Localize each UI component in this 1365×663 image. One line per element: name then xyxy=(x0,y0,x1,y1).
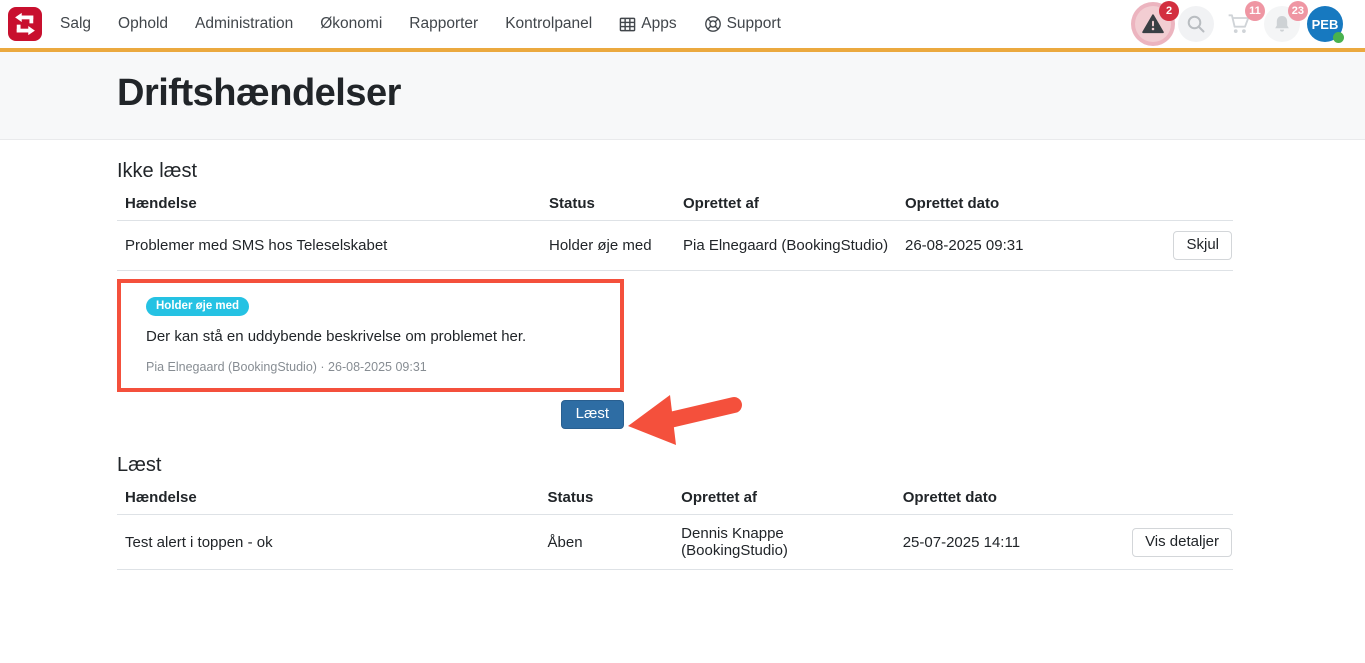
page-header: Driftshændelser xyxy=(0,52,1365,140)
cell-created-by: Dennis Knappe (BookingStudio) xyxy=(673,515,895,570)
nav-item-apps[interactable]: Apps xyxy=(619,15,676,33)
column-header-event: Hændelse xyxy=(117,483,540,515)
incident-meta: Pia Elnegaard (BookingStudio) · 26-08-20… xyxy=(146,360,596,374)
nav-item-kontrolpanel[interactable]: Kontrolpanel xyxy=(505,15,592,33)
cell-event: Test alert i toppen - ok xyxy=(117,515,540,570)
notifications-button[interactable]: 23 xyxy=(1264,6,1300,42)
table-row: Problemer med SMS hos Teleselskabet Hold… xyxy=(117,221,1233,271)
nav-item-okonomi[interactable]: Økonomi xyxy=(320,15,382,33)
nav-item-administration[interactable]: Administration xyxy=(195,15,293,33)
cell-status: Åben xyxy=(540,515,674,570)
column-header-event: Hændelse xyxy=(117,189,541,221)
nav-item-support[interactable]: Support xyxy=(704,15,781,33)
column-header-status: Status xyxy=(541,189,675,221)
cell-status: Holder øje med xyxy=(541,221,675,271)
page-title: Driftshændelser xyxy=(117,72,1365,115)
column-header-created-by: Oprettet af xyxy=(675,189,897,221)
hide-button[interactable]: Skjul xyxy=(1173,231,1232,260)
cell-event: Problemer med SMS hos Teleselskabet xyxy=(117,221,541,271)
cart-count-badge: 11 xyxy=(1245,1,1265,21)
status-badge: Holder øje med xyxy=(146,297,249,316)
unread-table-header-row: Hændelse Status Oprettet af Oprettet dat… xyxy=(117,189,1233,221)
unread-section-heading: Ikke læst xyxy=(117,160,1233,183)
search-button[interactable] xyxy=(1178,6,1214,42)
apps-grid-icon xyxy=(619,16,636,33)
unread-table: Hændelse Status Oprettet af Oprettet dat… xyxy=(117,189,1233,271)
top-navbar: Salg Ophold Administration Økonomi Rappo… xyxy=(0,0,1365,52)
detail-actions: Læst xyxy=(117,400,624,429)
annotation-highlight-box: Holder øje med Der kan stå en uddybende … xyxy=(117,279,624,392)
nav-item-apps-label: Apps xyxy=(641,15,676,33)
alerts-count-badge: 2 xyxy=(1159,1,1179,21)
page: Salg Ophold Administration Økonomi Rappo… xyxy=(0,0,1365,663)
column-header-created-date: Oprettet dato xyxy=(897,189,1127,221)
user-avatar[interactable]: PEB xyxy=(1307,6,1343,42)
read-section-heading: Læst xyxy=(117,454,1233,477)
nav-links: Salg Ophold Administration Økonomi Rappo… xyxy=(60,15,781,33)
column-header-actions xyxy=(1127,189,1233,221)
mark-read-button[interactable]: Læst xyxy=(561,400,624,429)
read-table-header-row: Hændelse Status Oprettet af Oprettet dat… xyxy=(117,483,1233,515)
incident-description: Der kan stå en uddybende beskrivelse om … xyxy=(146,328,596,345)
table-row: Test alert i toppen - ok Åben Dennis Kna… xyxy=(117,515,1233,570)
nav-item-rapporter[interactable]: Rapporter xyxy=(409,15,478,33)
logo-arrows-icon xyxy=(11,10,39,38)
column-header-created-by: Oprettet af xyxy=(673,483,895,515)
cart-button[interactable]: 11 xyxy=(1221,6,1257,42)
support-lifebuoy-icon xyxy=(704,15,722,33)
notifications-count-badge: 23 xyxy=(1288,1,1308,21)
cell-created-by: Pia Elnegaard (BookingStudio) xyxy=(675,221,897,271)
column-header-created-date: Oprettet dato xyxy=(895,483,1124,515)
avatar-initials: PEB xyxy=(1312,17,1339,32)
column-header-actions xyxy=(1124,483,1233,515)
search-icon xyxy=(1186,14,1206,34)
cell-created-date: 26-08-2025 09:31 xyxy=(897,221,1127,271)
nav-right-cluster: 2 11 23 xyxy=(1135,6,1343,42)
nav-item-support-label: Support xyxy=(727,15,781,33)
cell-created-date: 25-07-2025 14:11 xyxy=(895,515,1124,570)
nav-item-ophold[interactable]: Ophold xyxy=(118,15,168,33)
nav-item-salg[interactable]: Salg xyxy=(60,15,91,33)
view-details-button[interactable]: Vis detaljer xyxy=(1132,528,1232,557)
read-table: Hændelse Status Oprettet af Oprettet dat… xyxy=(117,483,1233,570)
online-status-dot xyxy=(1333,32,1344,43)
column-header-status: Status xyxy=(540,483,674,515)
bookingstudio-logo[interactable] xyxy=(8,7,42,41)
main-content: Ikke læst Hændelse Status Oprettet af Op… xyxy=(117,160,1233,570)
alerts-button[interactable]: 2 xyxy=(1135,6,1171,42)
